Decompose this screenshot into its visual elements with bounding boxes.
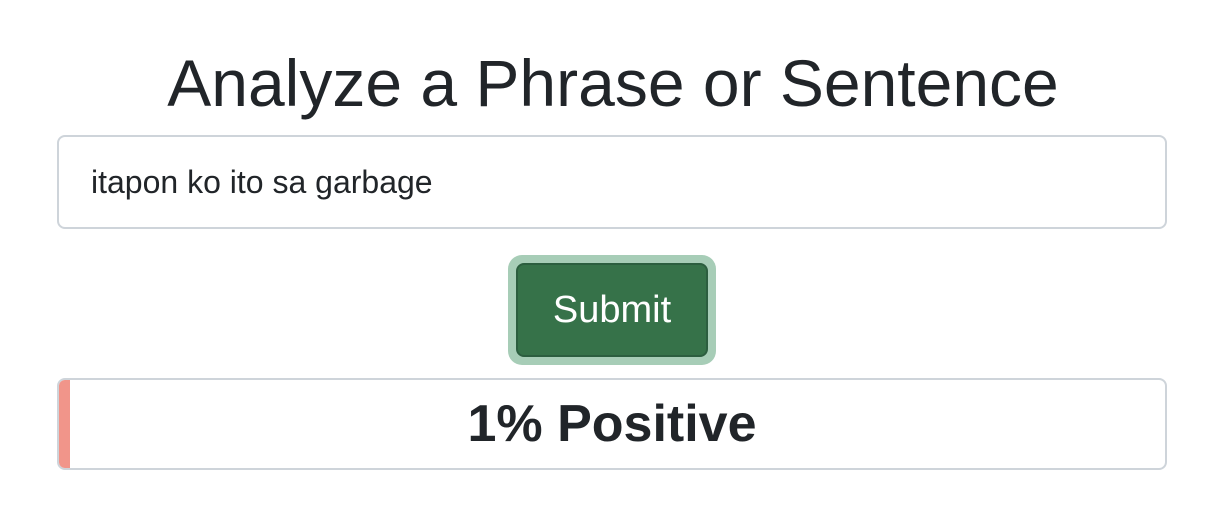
phrase-input[interactable] bbox=[57, 135, 1167, 229]
submit-button[interactable]: Submit bbox=[516, 263, 708, 357]
sentiment-result-bar: 1% Positive bbox=[57, 378, 1167, 470]
sentiment-result-label: 1% Positive bbox=[467, 395, 757, 453]
analyze-page: Analyze a Phrase or Sentence Submit 1% P… bbox=[0, 0, 1226, 532]
submit-focus-ring: Submit bbox=[508, 255, 716, 365]
page-title: Analyze a Phrase or Sentence bbox=[167, 46, 1059, 120]
